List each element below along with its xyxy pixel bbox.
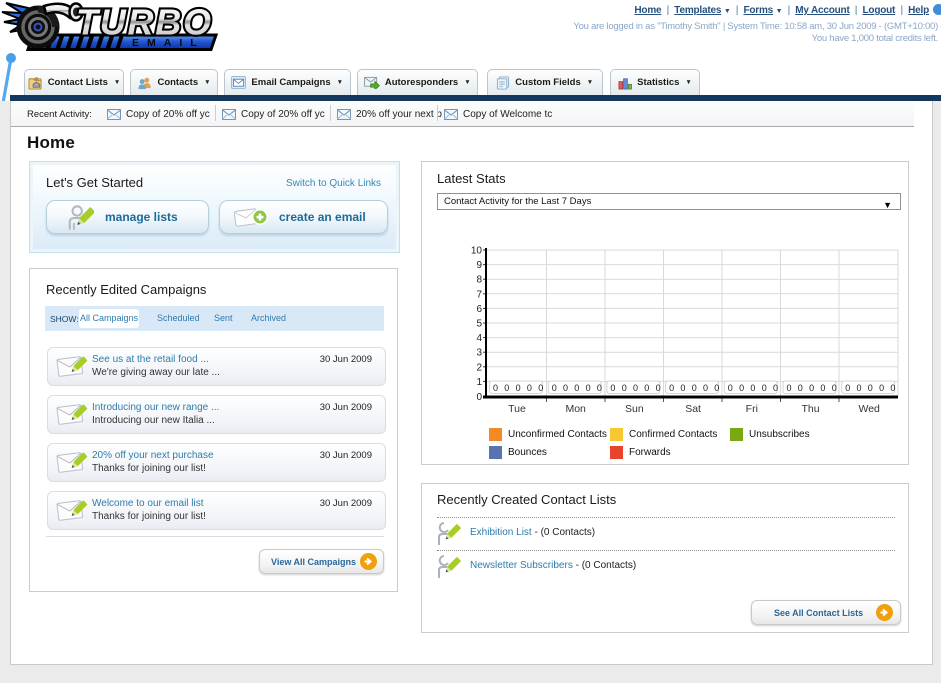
svg-text:0: 0 xyxy=(476,392,482,403)
svg-text:0: 0 xyxy=(809,383,814,393)
svg-text:3: 3 xyxy=(476,348,482,359)
svg-text:0: 0 xyxy=(820,383,825,393)
svg-text:7: 7 xyxy=(476,289,482,300)
svg-text:TURBO: TURBO xyxy=(76,2,212,43)
svg-text:0: 0 xyxy=(680,383,685,393)
svg-text:Wed: Wed xyxy=(858,403,880,415)
svg-text:0: 0 xyxy=(879,383,884,393)
svg-text:0: 0 xyxy=(504,383,509,393)
svg-text:Thu: Thu xyxy=(801,403,819,415)
svg-text:8: 8 xyxy=(476,275,482,286)
svg-text:0: 0 xyxy=(762,383,767,393)
svg-text:0: 0 xyxy=(739,383,744,393)
svg-text:0: 0 xyxy=(714,383,719,393)
svg-text:0: 0 xyxy=(610,383,615,393)
svg-text:0: 0 xyxy=(786,383,791,393)
svg-text:0: 0 xyxy=(798,383,803,393)
svg-text:9: 9 xyxy=(476,260,482,271)
svg-text:0: 0 xyxy=(538,383,543,393)
svg-text:0: 0 xyxy=(622,383,627,393)
svg-text:6: 6 xyxy=(476,304,482,315)
svg-text:0: 0 xyxy=(552,383,557,393)
svg-text:0: 0 xyxy=(728,383,733,393)
svg-text:0: 0 xyxy=(890,383,895,393)
svg-text:Mon: Mon xyxy=(565,403,586,415)
svg-text:0: 0 xyxy=(563,383,568,393)
svg-text:0: 0 xyxy=(832,383,837,393)
svg-text:0: 0 xyxy=(656,383,661,393)
svg-text:0: 0 xyxy=(692,383,697,393)
svg-text:10: 10 xyxy=(471,246,483,257)
svg-text:0: 0 xyxy=(644,383,649,393)
svg-text:0: 0 xyxy=(750,383,755,393)
svg-text:Tue: Tue xyxy=(508,403,526,415)
svg-text:0: 0 xyxy=(516,383,521,393)
svg-text:0: 0 xyxy=(703,383,708,393)
svg-text:2: 2 xyxy=(476,362,482,373)
svg-text:4: 4 xyxy=(476,333,482,344)
svg-text:0: 0 xyxy=(493,383,498,393)
svg-text:0: 0 xyxy=(633,383,638,393)
svg-text:5: 5 xyxy=(476,319,482,330)
svg-text:0: 0 xyxy=(856,383,861,393)
svg-text:Sun: Sun xyxy=(625,403,644,415)
svg-text:0: 0 xyxy=(574,383,579,393)
svg-text:1: 1 xyxy=(476,377,482,388)
svg-text:0: 0 xyxy=(586,383,591,393)
svg-text:0: 0 xyxy=(773,383,778,393)
svg-text:0: 0 xyxy=(868,383,873,393)
svg-text:0: 0 xyxy=(669,383,674,393)
svg-text:0: 0 xyxy=(597,383,602,393)
svg-text:0: 0 xyxy=(845,383,850,393)
svg-text:Sat: Sat xyxy=(685,403,701,415)
svg-text:0: 0 xyxy=(527,383,532,393)
svg-text:Fri: Fri xyxy=(746,403,758,415)
